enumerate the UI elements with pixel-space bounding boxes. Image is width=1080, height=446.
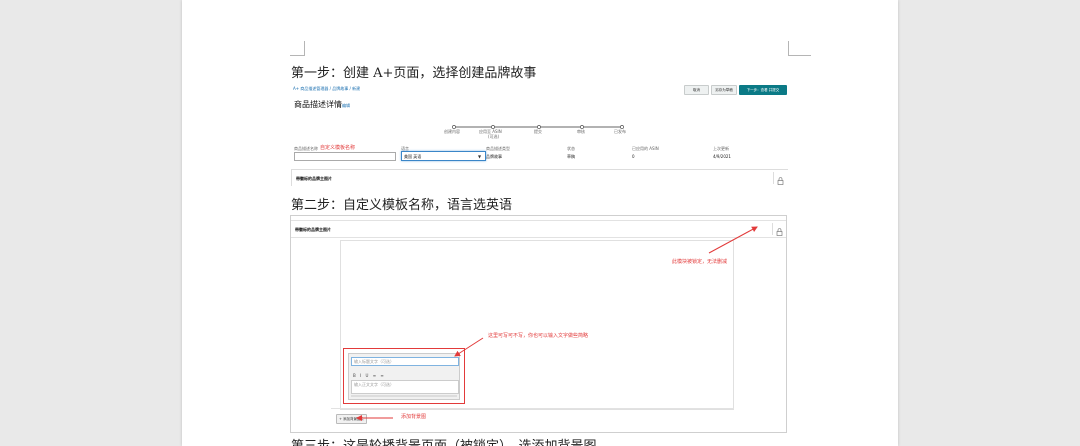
step-1-heading: 第一步：创建 A+页面，选择创建品牌故事: [291, 66, 537, 81]
annotation-arrows: [356, 226, 758, 421]
step-3-heading: 第三步：这是轮播背景页面（被锁定），选添加背景图: [291, 435, 597, 446]
updated-label: 上次更新: [713, 146, 729, 151]
status-value: 草稿: [567, 154, 575, 159]
asin-label: 已应用的 ASIN: [632, 146, 659, 151]
lock-icon: [773, 172, 786, 185]
arrow-to-lock: [708, 226, 758, 254]
language-select-value: 美国 英语: [404, 154, 422, 159]
crop-mark-top-right: [788, 41, 811, 56]
progress-step-submit: 提交: [534, 129, 542, 134]
template-name-label: 商品描述名称: [294, 146, 318, 151]
template-name-input[interactable]: [294, 152, 396, 161]
step-2-heading: 第二步：自定义模板名称，语言选英语: [291, 198, 513, 213]
progress-step-review: 审核: [577, 129, 585, 134]
module-title: 带徽标的品牌主图片: [296, 176, 332, 181]
language-select[interactable]: 美国 英语 ▼: [401, 151, 486, 161]
template-name-hint: 自定义模板名称: [320, 145, 356, 151]
asin-value: 0: [632, 154, 635, 159]
screenshot-module-editor: 带徽标的品牌主图片 输入标题文字（可选） B I U ≡ ≡ 输入正文文字（可选…: [290, 215, 787, 433]
crop-mark-top-left: [290, 41, 305, 56]
content-type-value: 品牌故事: [486, 154, 502, 159]
status-label: 状态: [567, 146, 575, 151]
annotation-locked: 此模块被锁定，无法删减: [672, 259, 728, 265]
progress-step-published: 已发布: [614, 129, 626, 134]
chevron-down-icon: ▼: [478, 154, 482, 159]
updated-value: 4/9/2021: [713, 154, 731, 159]
module-header: 带徽标的品牌主图片: [291, 169, 788, 186]
progress-step-create: 创建内容: [444, 129, 460, 134]
screenshot-create-page: A+ 商品描述管理器 / 品牌故事 / 新建 取消 另存为草稿 下一步：查看 并…: [291, 82, 788, 186]
annotation-add-background: 添加背景图: [401, 414, 427, 420]
progress-step-optional: (可选): [488, 134, 500, 139]
content-type-label: 商品描述类型: [486, 146, 510, 151]
annotation-optional-text: 这里可写可不写，你也可以输入文字做些简略: [488, 333, 589, 339]
document-page: 第一步：创建 A+页面，选择创建品牌故事 A+ 商品描述管理器 / 品牌故事 /…: [182, 0, 898, 446]
arrow-to-text-panel: [454, 337, 484, 357]
